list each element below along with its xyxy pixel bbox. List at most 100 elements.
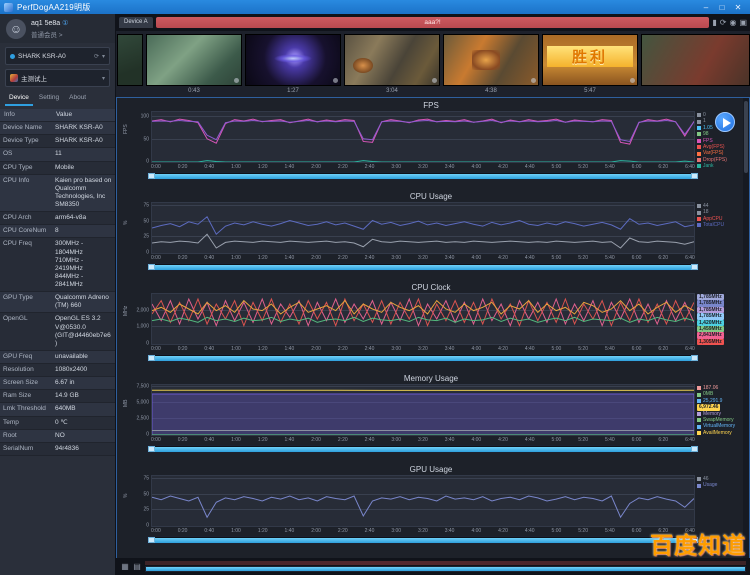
x-tick-label: 4:20: [498, 346, 508, 354]
table-header: Info Value: [0, 109, 115, 122]
chart-plot[interactable]: 025507546Usage: [151, 475, 695, 527]
table-row: GPU TypeQualcomm Adreno (TM) 660: [0, 292, 115, 313]
thumbnail-item: 胜利5:47: [542, 34, 638, 97]
video-thumbnail[interactable]: [245, 34, 341, 86]
video-thumbnail[interactable]: [443, 34, 539, 86]
x-tick-label: 3:20: [418, 164, 428, 172]
chart-plot[interactable]: 02550754418AppCPUTotalCPU: [151, 202, 695, 254]
charts-vertical-scrollbar[interactable]: [743, 98, 749, 558]
y-tick-label: 50: [143, 136, 149, 142]
chart-plot[interactable]: 050100011.0598FPSAvg(FPS)Var(FPS)Drop(FP…: [151, 111, 695, 163]
chart-plot[interactable]: 02,5005,0007,500187.060MB25,291.96,972.4…: [151, 384, 695, 436]
legend-entry: AvailMemory: [697, 430, 735, 436]
maximize-button[interactable]: □: [714, 3, 730, 12]
video-thumbnail[interactable]: [344, 34, 440, 86]
thumbnail-item: 4:38: [443, 34, 539, 97]
scrollbar-right-handle[interactable]: [691, 173, 698, 179]
test-name-bar[interactable]: aaa?!: [156, 17, 710, 28]
app-select[interactable]: 主测试上 ▾: [5, 69, 110, 87]
scrollbar-right-handle[interactable]: [691, 355, 698, 361]
play-button[interactable]: [715, 112, 735, 132]
video-thumbnail[interactable]: [146, 34, 242, 86]
scrollbar-fill[interactable]: [155, 538, 691, 543]
x-tick-label: 5:20: [578, 346, 588, 354]
chart-scrollbar[interactable]: [147, 263, 699, 271]
scrollbar-left-handle[interactable]: [148, 537, 155, 543]
y-tick-label: 25: [143, 234, 149, 240]
legend-label: TotalCPU: [703, 222, 724, 228]
legend-chip: 1,785MHz: [697, 313, 724, 319]
fps-chart: FPSFPS050100011.0598FPSAvg(FPS)Var(FPS)D…: [121, 100, 741, 191]
chart-scrollbar[interactable]: [147, 445, 699, 453]
thumbnail-timestamp: 0:43: [146, 86, 242, 96]
table-row: GPU Frequnavailable: [0, 351, 115, 364]
scrollbar-thumb[interactable]: [744, 101, 748, 173]
video-thumbnail-strip: 0:431:273:044:38胜利5:47: [116, 31, 750, 97]
scrollbar-left-handle[interactable]: [148, 355, 155, 361]
chart-plot[interactable]: 01,0002,0001,785MHz1,785MHz1,785MHz1,785…: [151, 293, 695, 345]
scrollbar-fill[interactable]: [155, 447, 691, 452]
thumbnail-timestamp: 4:38: [443, 86, 539, 96]
info-value: 14.9 GB: [52, 390, 115, 402]
list-icon[interactable]: ▤: [132, 562, 142, 571]
tab-setting[interactable]: Setting: [35, 92, 63, 106]
table-row: CPU Archarm64-v8a: [0, 212, 115, 225]
video-thumbnail[interactable]: [117, 34, 143, 86]
x-tick-label: 1:20: [258, 164, 268, 172]
x-tick-label: 0:00: [151, 346, 161, 354]
series-Jank: [152, 161, 694, 162]
table-row: OpenGLOpenGL ES 3.2 V@0530.0 (GIT@d4460e…: [0, 313, 115, 351]
device-caret-icon[interactable]: ▾: [102, 53, 105, 60]
user-profile[interactable]: ☺ aq1 5e8a ① 普通会员 >: [0, 14, 115, 43]
scrollbar-fill[interactable]: [155, 265, 691, 270]
cpu-usage-chart: CPU Usage%02550754418AppCPUTotalCPU0:000…: [121, 191, 741, 282]
x-tick-label: 2:20: [338, 255, 348, 263]
tab-device[interactable]: Device: [5, 92, 33, 106]
x-tick-label: 2:00: [311, 346, 321, 354]
table-row: Device TypeSHARK KSR-A0: [0, 135, 115, 148]
info-label: GPU Freq: [0, 351, 52, 363]
x-tick-label: 0:00: [151, 528, 161, 536]
tab-about[interactable]: About: [65, 92, 90, 106]
scrollbar-right-handle[interactable]: [691, 446, 698, 452]
scrollbar-fill[interactable]: [155, 174, 691, 179]
app-caret-icon[interactable]: ▾: [102, 75, 105, 82]
refresh-icon[interactable]: ⟳: [720, 17, 727, 28]
info-label: GPU Type: [0, 292, 52, 312]
device-select[interactable]: SHARK KSR-A0 ⟳ ▾: [5, 47, 110, 65]
y-tick-label: 50: [143, 491, 149, 497]
series-VirtualMemory: [152, 394, 694, 435]
grid-icon[interactable]: ▦: [120, 562, 130, 571]
scrollbar-left-handle[interactable]: [148, 173, 155, 179]
scrollbar-fill[interactable]: [155, 356, 691, 361]
x-tick-label: 0:40: [204, 255, 214, 263]
thumbnail-timestamp: 3:04: [344, 86, 440, 96]
user-role[interactable]: 普通会员 >: [31, 29, 68, 39]
x-tick-label: 3:00: [391, 528, 401, 536]
record-icon[interactable]: ◉: [729, 17, 736, 28]
x-tick-label: 2:20: [338, 437, 348, 445]
session-tab[interactable]: Device A: [119, 17, 153, 28]
x-tick-label: 4:40: [525, 164, 535, 172]
chart-scrollbar[interactable]: [147, 536, 699, 544]
battery-icon[interactable]: ▮: [712, 17, 716, 28]
chart-scrollbar[interactable]: [147, 354, 699, 362]
timeline-minimap[interactable]: [145, 561, 746, 565]
scrollbar-left-handle[interactable]: [148, 446, 155, 452]
scrollbar-right-handle[interactable]: [691, 264, 698, 270]
legend-entry: 1,305MHz: [697, 339, 724, 345]
video-thumbnail[interactable]: 胜利: [542, 34, 638, 86]
camera-dot-icon: [432, 78, 437, 83]
x-tick-label: 2:40: [365, 255, 375, 263]
legend-marker-icon: [697, 418, 701, 422]
screenshot-icon[interactable]: ▣: [739, 17, 747, 28]
chart-scrollbar[interactable]: [147, 172, 699, 180]
x-tick-label: 5:00: [552, 164, 562, 172]
info-value: 94r4836: [52, 443, 115, 455]
video-thumbnail[interactable]: [641, 34, 750, 86]
global-scrollbar[interactable]: [145, 566, 746, 572]
refresh-device-icon[interactable]: ⟳: [94, 53, 99, 60]
minimize-button[interactable]: –: [698, 3, 714, 12]
close-button[interactable]: ✕: [730, 3, 746, 12]
scrollbar-left-handle[interactable]: [148, 264, 155, 270]
